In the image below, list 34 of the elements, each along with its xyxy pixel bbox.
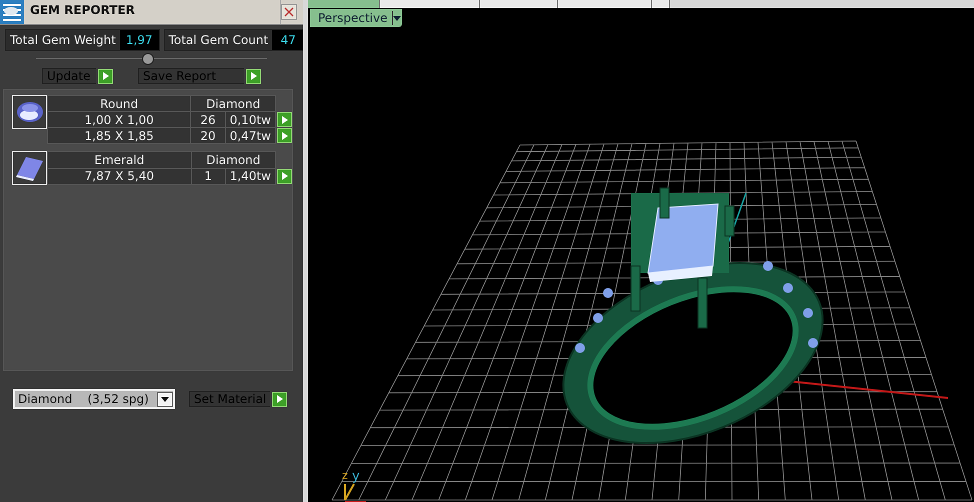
- axis-indicator: [344, 483, 366, 502]
- material-dropdown[interactable]: Diamond (3,52 spg): [13, 389, 175, 409]
- gem-size-cell: 1,85 X 1,85: [48, 128, 191, 144]
- total-value: 1,97: [120, 30, 159, 50]
- gem-shape-cell: Emerald: [48, 152, 192, 168]
- gem-thumbnail: [12, 95, 47, 129]
- caret-icon: [157, 392, 173, 406]
- gem-count-cell: 1: [191, 168, 226, 184]
- close-icon: [284, 7, 294, 18]
- gem-shape-cell: Round: [48, 96, 191, 112]
- gem-material-cell: Diamond: [191, 152, 276, 168]
- total-value: 47: [272, 30, 304, 50]
- view-dropdown[interactable]: Perspective: [310, 9, 402, 27]
- gem-material-cell: Diamond: [190, 96, 276, 112]
- app-icon: [0, 0, 24, 24]
- gem-size-cell: 1,00 X 1,00: [48, 112, 191, 128]
- view-tab[interactable]: [652, 0, 670, 8]
- slider-handle[interactable]: [142, 53, 154, 65]
- gem-count-cell: 20: [190, 128, 226, 144]
- gem-weight-cell: 0,10tw: [225, 112, 276, 128]
- total-label: Total Gem Weight: [9, 32, 117, 49]
- gem-weight-cell: 0,47tw: [225, 128, 276, 144]
- caret-icon: [392, 11, 402, 25]
- gem-weight-cell: 1,40tw: [225, 168, 276, 184]
- axis-label: y: [352, 469, 360, 484]
- total-label: Total Gem Count: [168, 32, 270, 49]
- gem-thumbnail: [12, 151, 47, 185]
- play-icon[interactable]: [272, 392, 288, 406]
- close-button[interactable]: [281, 4, 297, 20]
- play-icon[interactable]: [98, 68, 113, 84]
- gem-size-cell: 7,87 X 5,40: [48, 168, 192, 184]
- play-icon[interactable]: [277, 168, 292, 184]
- play-icon[interactable]: [246, 68, 261, 84]
- gem-count-cell: 26: [190, 112, 226, 128]
